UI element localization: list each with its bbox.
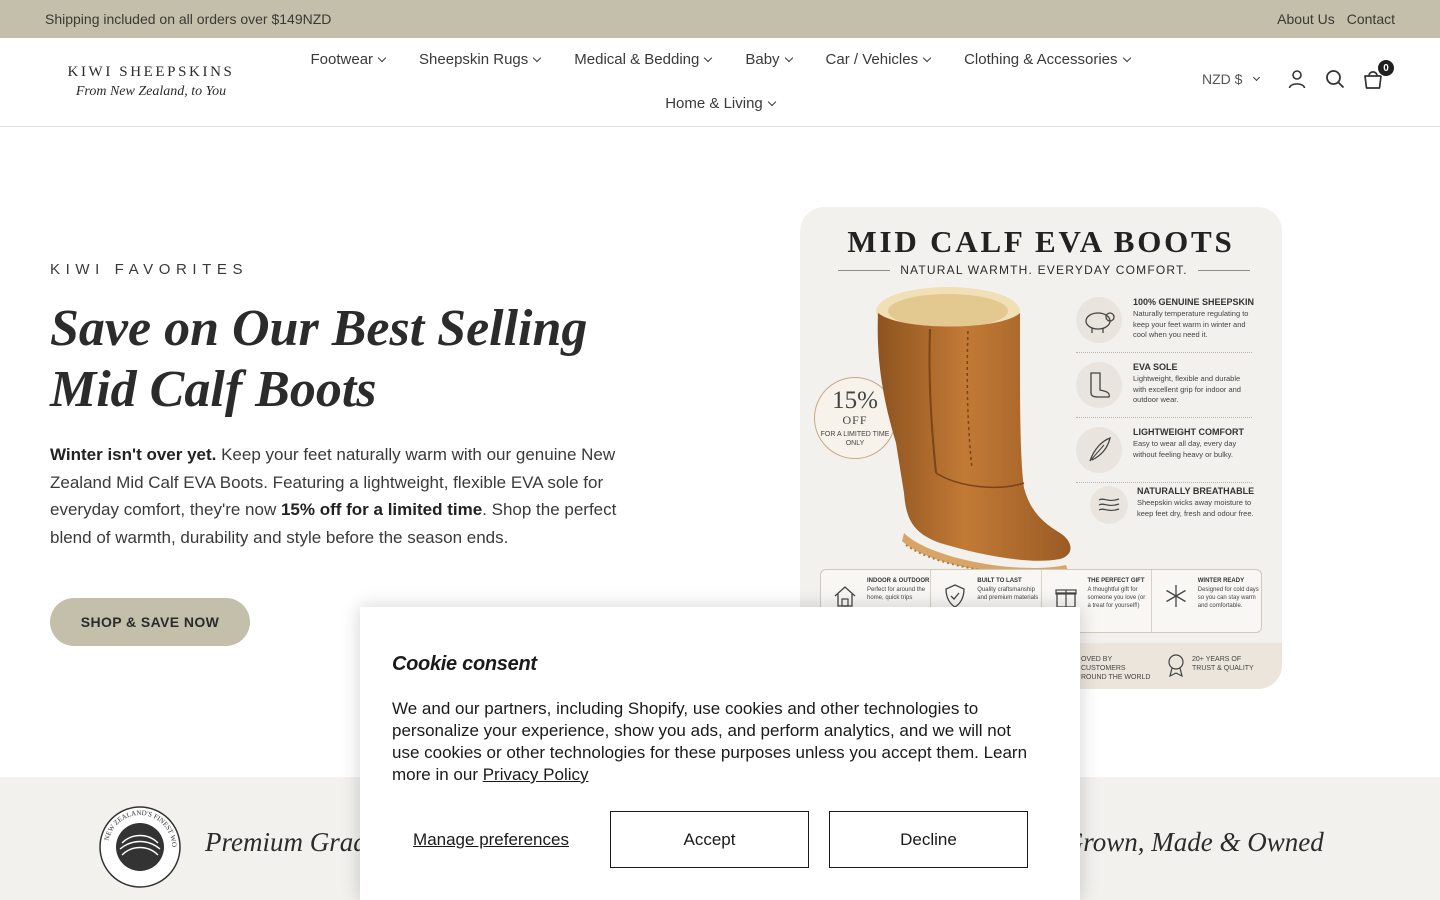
chevron-down-icon — [767, 97, 777, 106]
benefit-title: BUILT TO LAST — [977, 578, 1022, 584]
nav-home-living[interactable]: Home & Living — [665, 95, 777, 112]
logo-tagline: From New Zealand, to You — [75, 84, 227, 99]
promo-subtitle: NATURAL WARMTH. EVERYDAY COMFORT. — [900, 263, 1188, 277]
chevron-down-icon — [1122, 53, 1131, 62]
trust-nz-grown: Z Grown, Made & Owned — [1042, 827, 1324, 857]
chevron-down-icon — [922, 53, 932, 62]
decline-button[interactable]: Decline — [829, 811, 1028, 868]
site-logo[interactable]: KIWI SHEEPSKINS From New Zealand, to You — [50, 64, 252, 100]
promo-footer-years: 20+ YEARS OF TRUST & QUALITY — [1192, 656, 1254, 672]
feature-title: NATURALLY BREATHABLE — [1137, 486, 1255, 496]
boot-icon — [1076, 362, 1122, 408]
shop-and-save-button[interactable]: SHOP & SAVE NOW — [50, 598, 250, 646]
cookie-title: Cookie consent — [392, 653, 537, 675]
shield-check-icon — [945, 584, 965, 608]
chevron-down-icon — [533, 53, 542, 62]
nav-car-vehicles[interactable]: Car / Vehicles — [825, 51, 932, 68]
privacy-policy-link[interactable]: Privacy Policy — [483, 765, 589, 784]
promo-footer-customers: OVED BY CUSTOMERS ROUND THE WORLD — [1081, 656, 1151, 681]
chevron-down-icon — [704, 53, 713, 62]
announcement-text: Shipping included on all orders over $14… — [45, 11, 332, 27]
nav-baby[interactable]: Baby — [745, 51, 793, 68]
chevron-down-icon — [377, 53, 387, 62]
benefit-desc: Quality craftsmanship and premium materi… — [977, 587, 1039, 601]
house-icon — [834, 586, 856, 607]
feature-desc: Easy to wear all day, every day without … — [1133, 439, 1237, 459]
manage-preferences-button[interactable]: Manage preferences — [392, 811, 590, 867]
hero-body-bold: 15% off for a limited time — [280, 500, 483, 519]
cart-count-badge: 0 — [1377, 59, 1395, 77]
benefit-desc: Designed for cold days so you can stay w… — [1197, 587, 1259, 609]
utility-links: About Us Contact — [1277, 11, 1395, 27]
promo-title: MID CALF EVA BOOTS — [847, 224, 1235, 259]
site-header: KIWI SHEEPSKINS From New Zealand, to You… — [0, 38, 1440, 127]
feature-title: LIGHTWEIGHT COMFORT — [1133, 427, 1244, 437]
hero-body-bold: Winter isn't over yet. — [50, 445, 217, 464]
boot-image — [876, 287, 1071, 575]
header-tools: NZD $ 0 — [1202, 59, 1395, 90]
wool-seal-icon: NEW ZEALAND'S FINEST WOOL PRODUCTS — [98, 805, 181, 888]
feature-title: EVA SOLE — [1133, 362, 1178, 372]
benefit-title: THE PERFECT GIFT — [1087, 578, 1145, 584]
nav-label: Sheepskin Rugs — [419, 51, 529, 68]
cookie-consent-dialog: Cookie consent We and our partners, incl… — [360, 607, 1080, 900]
feature-desc: Lightweight, flexible and durable with e… — [1133, 374, 1241, 404]
nav-label: Home & Living — [665, 95, 763, 112]
currency-label: NZD $ — [1202, 71, 1243, 87]
gift-icon — [1054, 589, 1077, 608]
hero-body: Winter isn't over yet. Keep your feet na… — [50, 441, 650, 551]
feature-desc: Naturally temperature regulating to keep… — [1133, 309, 1249, 339]
nav-label: Car / Vehicles — [825, 51, 919, 68]
nav-medical-bedding[interactable]: Medical & Bedding — [574, 51, 713, 68]
trust-premium-grade: Premium Grad — [205, 827, 367, 857]
search-icon[interactable] — [1324, 68, 1346, 90]
currency-selector[interactable]: NZD $ — [1202, 71, 1270, 87]
nav-label: Baby — [745, 51, 780, 68]
wind-icon — [1090, 486, 1128, 524]
logo-wordmark: KIWI SHEEPSKINS — [67, 64, 235, 80]
hero-eyebrow: KIWI FAVORITES — [50, 261, 249, 278]
cart-icon[interactable]: 0 — [1362, 59, 1395, 90]
contact-link[interactable]: Contact — [1347, 11, 1395, 27]
nav-sheepskin-rugs[interactable]: Sheepskin Rugs — [419, 51, 542, 68]
benefit-title: INDOOR & OUTDOOR — [867, 578, 930, 584]
benefit-desc: Perfect for around the home, quick trips — [867, 587, 926, 601]
chevron-down-icon — [784, 53, 793, 62]
benefit-title: WINTER READY — [1197, 578, 1245, 584]
award-icon — [1168, 654, 1184, 677]
feature-title: 100% GENUINE SHEEPSKIN — [1133, 297, 1255, 307]
nav-label: Medical & Bedding — [574, 51, 700, 68]
feather-icon — [1076, 427, 1122, 473]
hero-title: Save on Our Best Selling Mid Calf Boots — [50, 300, 588, 418]
promo-subtitle-row: NATURAL WARMTH. EVERYDAY COMFORT. — [838, 263, 1251, 277]
nav-label: Clothing & Accessories — [964, 51, 1118, 68]
benefit-desc: A thoughtful gift for someone you love (… — [1087, 587, 1146, 609]
nav-label: Footwear — [310, 51, 374, 68]
benefit-winter-ready: WINTER READY Designed for cold days so y… — [1152, 570, 1261, 632]
accept-button[interactable]: Accept — [610, 811, 809, 868]
account-icon[interactable] — [1286, 68, 1308, 90]
nav-footwear[interactable]: Footwear — [310, 51, 387, 68]
announcement-bar: Shipping included on all orders over $14… — [0, 0, 1440, 38]
about-us-link[interactable]: About Us — [1277, 11, 1335, 27]
chevron-down-icon — [1253, 73, 1261, 81]
snowflake-icon — [1165, 585, 1186, 607]
nav-clothing-accessories[interactable]: Clothing & Accessories — [964, 51, 1131, 68]
cookie-body: We and our partners, including Shopify, … — [392, 698, 1042, 786]
sheep-icon — [1076, 297, 1122, 343]
feature-desc: Sheepskin wicks away moisture to keep fe… — [1137, 498, 1254, 518]
